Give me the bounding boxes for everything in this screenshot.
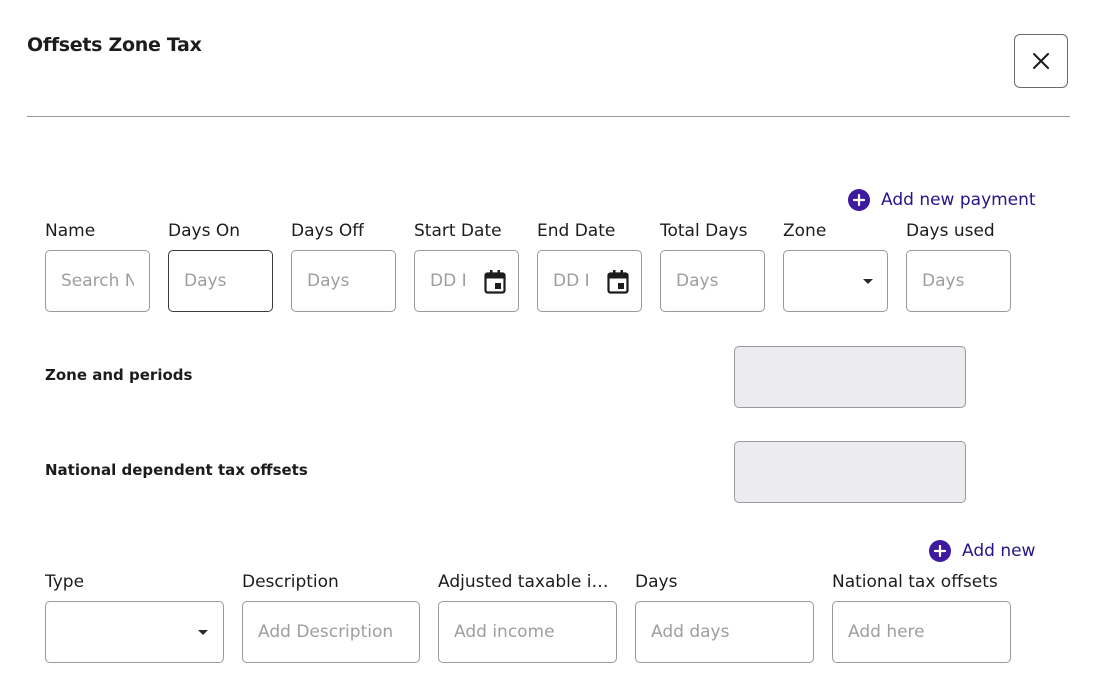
- zone-select[interactable]: [783, 250, 888, 312]
- plus-circle-icon: [929, 540, 951, 562]
- calendar-icon[interactable]: [607, 270, 629, 294]
- days-on-input[interactable]: [168, 250, 273, 312]
- add-new-payment-button[interactable]: Add new payment: [848, 189, 1036, 211]
- zone-and-periods-value: [734, 346, 966, 408]
- calendar-icon[interactable]: [484, 270, 506, 294]
- days-used-label: Days used: [906, 221, 995, 241]
- type-label: Type: [45, 572, 85, 592]
- chevron-down-icon: [198, 630, 208, 635]
- plus-circle-icon: [848, 189, 870, 211]
- national-dependent-tax-offsets-label: National dependent tax offsets: [45, 461, 308, 479]
- description-label: Description: [242, 572, 339, 592]
- dialog-title: Offsets Zone Tax: [27, 34, 202, 56]
- days-on-label: Days On: [168, 221, 240, 241]
- name-label: Name: [45, 221, 96, 241]
- add-new-offset-button[interactable]: Add new: [929, 540, 1035, 562]
- zone-and-periods-label: Zone and periods: [45, 366, 193, 384]
- start-date-picker: [414, 250, 519, 312]
- header-divider: [27, 116, 1070, 117]
- add-new-offset-label: Add new: [962, 541, 1036, 561]
- national-dependent-tax-offsets-value: [734, 441, 966, 503]
- total-days-label: Total Days: [660, 221, 748, 241]
- end-date-picker: [537, 250, 642, 312]
- adjusted-taxable-income-input[interactable]: [438, 601, 617, 663]
- type-select[interactable]: [45, 601, 224, 663]
- days-label: Days: [635, 572, 678, 592]
- close-button[interactable]: [1014, 34, 1068, 88]
- close-icon: [1033, 53, 1049, 69]
- name-search-input[interactable]: [45, 250, 150, 312]
- total-days-input[interactable]: [660, 250, 765, 312]
- days-used-input[interactable]: [906, 250, 1011, 312]
- national-tax-offsets-input[interactable]: [832, 601, 1011, 663]
- days-off-input[interactable]: [291, 250, 396, 312]
- national-tax-offsets-label: National tax offsets: [832, 572, 998, 592]
- add-new-payment-label: Add new payment: [881, 190, 1036, 210]
- days-input[interactable]: [635, 601, 814, 663]
- adjusted-taxable-income-label: Adjusted taxable in...: [438, 572, 617, 592]
- end-date-label: End Date: [537, 221, 616, 241]
- zone-label: Zone: [783, 221, 827, 241]
- chevron-down-icon: [863, 279, 873, 284]
- days-off-label: Days Off: [291, 221, 364, 241]
- description-input[interactable]: [242, 601, 420, 663]
- start-date-label: Start Date: [414, 221, 502, 241]
